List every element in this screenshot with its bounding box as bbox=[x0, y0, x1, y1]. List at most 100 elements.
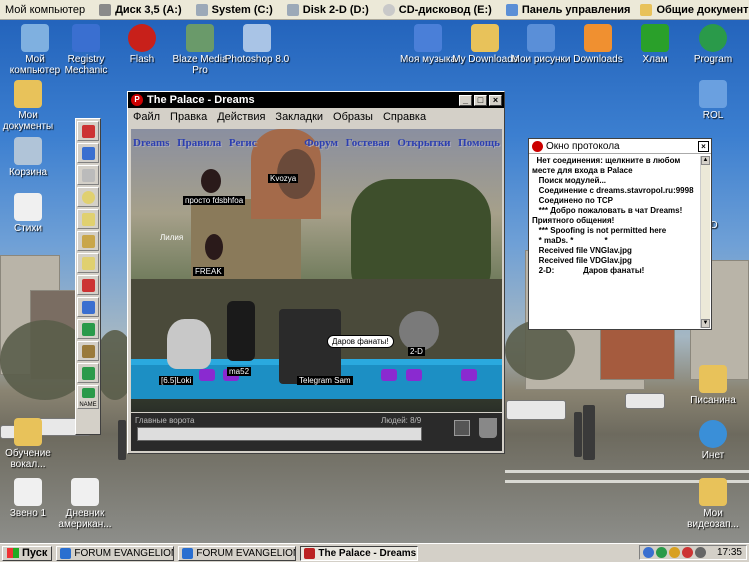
palace-room-view[interactable]: Dreams Правила Регис Форум Гостевая Откр… bbox=[131, 129, 502, 412]
scroll-up-icon[interactable]: ▲ bbox=[701, 156, 710, 165]
room-nav-rules[interactable]: Правила bbox=[177, 137, 221, 153]
speaker-muted-icon bbox=[82, 323, 95, 336]
start-button[interactable]: Пуск bbox=[2, 545, 53, 561]
document-icon bbox=[71, 478, 99, 506]
downloads-icon bbox=[584, 24, 612, 52]
search-button[interactable] bbox=[77, 253, 99, 273]
folder-icon bbox=[640, 3, 653, 16]
menu-help[interactable]: Справка bbox=[378, 111, 431, 123]
topbar-control-panel[interactable]: Панель управления bbox=[501, 0, 636, 20]
avatar-ma52[interactable] bbox=[227, 301, 255, 361]
desktop-icon-rol[interactable]: ROL bbox=[678, 80, 748, 121]
taskbar-item-palace[interactable]: The Palace - Dreams bbox=[300, 545, 419, 561]
topbar-drive-a[interactable]: Диск 3,5 (A:) bbox=[94, 0, 187, 20]
desktop-icon-my-videos[interactable]: Мои видеозап... bbox=[678, 478, 748, 530]
arrow-right-icon bbox=[82, 169, 95, 182]
log-close-button[interactable]: × bbox=[698, 141, 709, 152]
system-tray: 17:35 bbox=[639, 545, 747, 560]
messenger-tray-icon[interactable] bbox=[669, 547, 680, 558]
palace-logo-button[interactable] bbox=[77, 121, 99, 141]
paintbrush-icon bbox=[82, 345, 95, 358]
scroll-down-icon[interactable]: ▼ bbox=[701, 319, 710, 328]
desktop-icon-my-documents[interactable]: Мои документы bbox=[0, 80, 63, 132]
quick-launch-bar: Мой компьютер Диск 3,5 (A:) System (C:) … bbox=[0, 0, 749, 20]
avatar-name: FREAK bbox=[193, 267, 224, 276]
topbar-shared-documents[interactable]: Общие документы bbox=[635, 0, 749, 20]
folder-icon bbox=[14, 418, 42, 446]
media-icon bbox=[82, 235, 95, 248]
avatar-loki[interactable] bbox=[167, 319, 211, 369]
folder-icon bbox=[471, 24, 499, 52]
name-tag-icon bbox=[82, 388, 95, 398]
log-window-title: Окно протокола bbox=[546, 140, 620, 152]
forward-button[interactable] bbox=[77, 165, 99, 185]
recycle-bin-icon bbox=[14, 137, 42, 165]
desktop-icon-recycle-bin[interactable]: Корзина bbox=[0, 137, 63, 178]
props-bag-icon[interactable] bbox=[454, 420, 470, 436]
props-icon bbox=[82, 213, 95, 226]
avatar-name: [6.5]Loki bbox=[159, 376, 194, 385]
desktop-icon-vocal-training[interactable]: Обучение вокал... bbox=[0, 418, 63, 470]
documents-folder-icon bbox=[14, 80, 42, 108]
menu-bookmarks[interactable]: Закладки bbox=[270, 111, 328, 123]
antivirus-tray-icon[interactable] bbox=[656, 547, 667, 558]
sound-button[interactable] bbox=[77, 297, 99, 317]
sound-off-button[interactable] bbox=[77, 319, 99, 339]
topbar-drive-e[interactable]: CD-дисковод (E:) bbox=[378, 0, 497, 20]
taskbar-item-forum-1[interactable]: FORUM EVANGELION ... bbox=[56, 545, 175, 561]
trash-icon[interactable] bbox=[479, 418, 497, 438]
room-nav-register[interactable]: Регис bbox=[229, 137, 257, 153]
avatar-fdsbhfoa[interactable] bbox=[201, 169, 221, 193]
room-nav-help[interactable]: Помощь bbox=[458, 137, 500, 153]
network-tray-icon[interactable] bbox=[643, 547, 654, 558]
close-button[interactable]: × bbox=[489, 94, 502, 106]
desktop-icon-photoshop[interactable]: Photoshop 8.0 bbox=[222, 24, 292, 65]
log-titlebar[interactable]: Окно протокола bbox=[529, 139, 711, 154]
palace-app-icon bbox=[532, 140, 543, 152]
menu-file[interactable]: Файл bbox=[128, 111, 165, 123]
desktop-icon-program[interactable]: Program bbox=[678, 24, 748, 65]
desktop-icon-american-diary[interactable]: Дневник американ... bbox=[50, 478, 120, 530]
taskbar-item-forum-2[interactable]: FORUM EVANGELION ... bbox=[178, 545, 297, 561]
maximize-button[interactable]: □ bbox=[474, 94, 487, 106]
paint-button[interactable] bbox=[77, 341, 99, 361]
avatar-name: ma52 bbox=[227, 367, 252, 376]
avatar-name: Kvozya bbox=[268, 174, 299, 183]
avatar-freak[interactable] bbox=[205, 234, 223, 260]
media-button[interactable] bbox=[77, 231, 99, 251]
media-player-icon bbox=[186, 24, 214, 52]
back-button[interactable] bbox=[77, 143, 99, 163]
name-button[interactable]: NAME bbox=[77, 385, 99, 409]
avatar-2-d[interactable] bbox=[399, 311, 439, 351]
room-nav-forum[interactable]: Форум bbox=[304, 137, 338, 153]
props-button[interactable] bbox=[77, 209, 99, 229]
desktop-icon-internet[interactable]: Инет bbox=[678, 420, 748, 461]
palace-titlebar[interactable]: P The Palace - Dreams _ □ × bbox=[128, 92, 504, 108]
drawing-button[interactable] bbox=[77, 363, 99, 383]
log-line: Received file VNGlav.jpg bbox=[532, 246, 632, 255]
avatar-name: Лилия bbox=[160, 233, 184, 242]
topbar-my-computer[interactable]: Мой компьютер bbox=[0, 0, 90, 20]
topbar-drive-c[interactable]: System (C:) bbox=[191, 0, 278, 20]
room-nav-guestbook[interactable]: Гостевая bbox=[346, 137, 390, 153]
face-button[interactable] bbox=[77, 187, 99, 207]
chat-input[interactable] bbox=[137, 427, 422, 441]
pictures-folder-icon bbox=[527, 24, 555, 52]
music-folder-icon bbox=[414, 24, 442, 52]
avatar-name: Telegram Sam bbox=[297, 376, 353, 385]
volume-tray-icon[interactable] bbox=[695, 547, 706, 558]
minimize-button[interactable]: _ bbox=[459, 94, 472, 106]
room-nav-dreams[interactable]: Dreams bbox=[133, 137, 169, 153]
room-nav-postcards[interactable]: Открытки bbox=[397, 137, 450, 153]
menu-actions[interactable]: Действия bbox=[212, 111, 270, 123]
topbar-drive-d[interactable]: Disk 2-D (D:) bbox=[282, 0, 374, 20]
log-button[interactable] bbox=[77, 275, 99, 295]
hard-drive-icon bbox=[195, 3, 208, 16]
chat-bubble: Даров фанаты! bbox=[327, 335, 394, 348]
menu-edit[interactable]: Правка bbox=[165, 111, 212, 123]
desktop-icon-poems[interactable]: Стихи bbox=[0, 193, 63, 234]
desktop-icon-writings[interactable]: Писанина bbox=[678, 365, 748, 406]
palace-tray-icon[interactable] bbox=[682, 547, 693, 558]
menu-avatars[interactable]: Образы bbox=[328, 111, 378, 123]
log-scrollbar[interactable]: ▲ ▼ bbox=[700, 156, 710, 328]
